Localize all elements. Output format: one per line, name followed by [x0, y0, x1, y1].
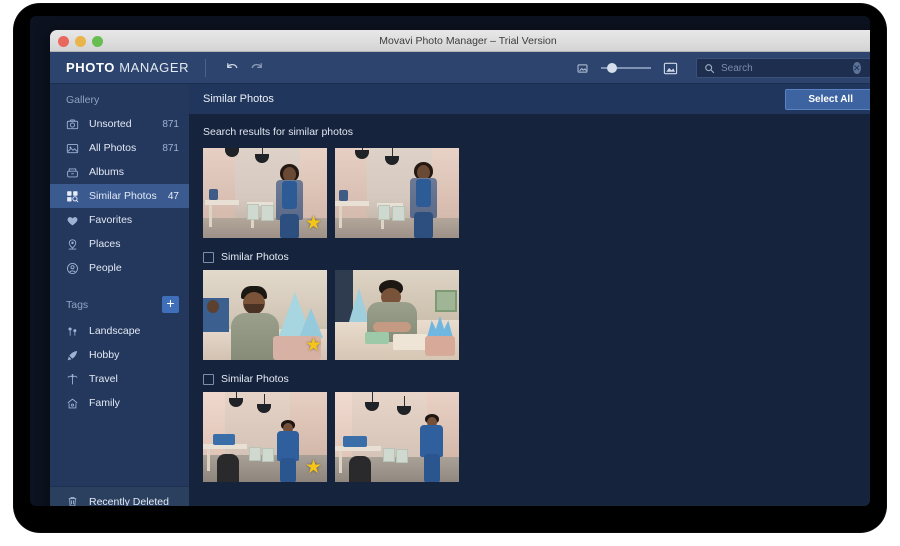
photo-group: Similar Photos ★ — [203, 369, 870, 482]
favorite-star-badge: ★ — [304, 335, 322, 356]
sidebar-item-count: 47 — [167, 190, 179, 202]
sidebar-item-label: People — [89, 262, 122, 274]
screen: Movavi Photo Manager – Trial Version PHO… — [30, 16, 870, 506]
home-icon — [64, 397, 81, 410]
group-label: Similar Photos — [221, 373, 289, 385]
brand-bold: PHOTO — [66, 60, 115, 75]
photo-thumbnail[interactable]: ★ — [203, 148, 327, 238]
redo-icon[interactable] — [244, 56, 268, 80]
sidebar-item-places[interactable]: Places — [50, 232, 189, 256]
content-area: Similar Photos Select All Search results… — [189, 84, 870, 506]
toolbar-right-group: ✕ — [570, 52, 870, 84]
landscape-icon — [64, 325, 81, 338]
sidebar-tag-family[interactable]: Family — [50, 391, 189, 415]
sidebar-item-unsorted[interactable]: Unsorted 871 — [50, 112, 189, 136]
minimize-window-button[interactable] — [75, 36, 86, 47]
group-checkbox[interactable] — [203, 251, 214, 263]
group-header: Similar Photos — [203, 369, 870, 389]
photo-thumbnail[interactable]: ★ — [203, 392, 327, 482]
thumbnail-row: ★ — [203, 270, 870, 360]
thumbnail-row: ★ — [203, 392, 870, 482]
add-tag-button[interactable]: + — [162, 296, 179, 313]
camera-icon — [64, 118, 81, 131]
sidebar-item-favorites[interactable]: Favorites — [50, 208, 189, 232]
sidebar-item-label: Favorites — [89, 214, 133, 226]
tag-label: Family — [89, 397, 120, 409]
trash-icon — [64, 495, 81, 506]
close-window-button[interactable] — [58, 36, 69, 47]
toolbar-divider — [205, 58, 206, 77]
favorite-star-badge: ★ — [304, 457, 322, 478]
sidebar-item-all-photos[interactable]: All Photos 871 — [50, 136, 189, 160]
photo-group: Similar Photos ★ — [203, 247, 870, 360]
laptop-frame: Movavi Photo Manager – Trial Version PHO… — [14, 4, 886, 532]
brand-light: MANAGER — [115, 60, 190, 75]
app-logo: PHOTO MANAGER — [50, 60, 205, 75]
person-icon — [64, 262, 81, 275]
sidebar-item-people[interactable]: People — [50, 256, 189, 280]
slider-knob[interactable] — [607, 63, 617, 73]
sidebar-item-albums[interactable]: Albums — [50, 160, 189, 184]
sidebar: Gallery Unsorted 871 All Photos 871 Albu… — [50, 84, 189, 506]
hobby-icon — [64, 349, 81, 362]
thumbnail-size-slider-group — [570, 56, 682, 80]
album-icon — [64, 166, 81, 179]
tags-header-label: Tags — [66, 298, 89, 311]
gallery-section-header: Gallery — [66, 94, 100, 106]
window-title: Movavi Photo Manager – Trial Version — [379, 35, 557, 47]
tag-label: Travel — [89, 373, 118, 385]
sidebar-tag-landscape[interactable]: Landscape — [50, 319, 189, 343]
undo-icon[interactable] — [220, 56, 244, 80]
search-box[interactable]: ✕ — [696, 58, 870, 78]
photo-group: ★ — [203, 148, 870, 238]
photo-icon — [64, 142, 81, 155]
sidebar-item-label: Places — [89, 238, 121, 250]
traffic-lights — [58, 36, 103, 47]
window-titlebar: Movavi Photo Manager – Trial Version — [50, 30, 870, 52]
photo-thumbnail[interactable] — [335, 392, 459, 482]
sidebar-item-label: Albums — [89, 166, 125, 178]
photo-thumbnail[interactable] — [335, 148, 459, 238]
sidebar-tag-hobby[interactable]: Hobby — [50, 343, 189, 367]
sidebar-item-label: Recently Deleted — [89, 495, 169, 507]
group-checkbox[interactable] — [203, 373, 214, 385]
sidebar-item-similar-photos[interactable]: Similar Photos 47 — [50, 184, 189, 208]
tag-label: Hobby — [89, 349, 120, 361]
app-body: Gallery Unsorted 871 All Photos 871 Albu… — [50, 84, 870, 506]
sidebar-tag-travel[interactable]: Travel — [50, 367, 189, 391]
content-header: Similar Photos Select All — [189, 84, 870, 114]
search-results-label: Search results for similar photos — [203, 126, 353, 138]
group-header: Similar Photos — [203, 247, 870, 267]
sidebar-item-recently-deleted[interactable]: Recently Deleted — [50, 486, 189, 506]
sidebar-item-label: Similar Photos — [89, 190, 157, 202]
select-all-button[interactable]: Select All — [785, 88, 870, 110]
photo-thumbnail[interactable]: ★ — [203, 270, 327, 360]
sidebar-item-count: 871 — [162, 142, 179, 154]
search-input[interactable] — [721, 62, 853, 74]
heart-icon — [64, 214, 81, 227]
app-window: Movavi Photo Manager – Trial Version PHO… — [50, 30, 870, 506]
group-label: Similar Photos — [221, 251, 289, 263]
page-title: Similar Photos — [203, 93, 274, 105]
thumbnail-row: ★ — [203, 148, 870, 238]
tags-section-header: Tags + — [50, 280, 189, 319]
app-toolbar: PHOTO MANAGER Search ✕ — [50, 52, 870, 84]
thumbnail-size-slider[interactable] — [601, 63, 651, 73]
sidebar-item-count: 871 — [162, 118, 179, 130]
tag-label: Landscape — [89, 325, 141, 337]
photo-thumbnail[interactable] — [335, 270, 459, 360]
palm-tree-icon — [64, 373, 81, 386]
photo-groups: ★ Similar Photos ★ Similar Photos ★ — [189, 148, 870, 491]
location-pin-icon — [64, 238, 81, 251]
small-thumbnail-icon[interactable] — [570, 56, 594, 80]
maximize-window-button[interactable] — [92, 36, 103, 47]
search-icon — [704, 63, 715, 74]
clear-icon[interactable]: ✕ — [853, 62, 861, 74]
similar-photos-icon — [64, 190, 81, 203]
large-thumbnail-icon[interactable] — [658, 56, 682, 80]
favorite-star-badge: ★ — [304, 213, 322, 234]
sidebar-item-label: Unsorted — [89, 118, 132, 130]
sidebar-item-label: All Photos — [89, 142, 137, 154]
